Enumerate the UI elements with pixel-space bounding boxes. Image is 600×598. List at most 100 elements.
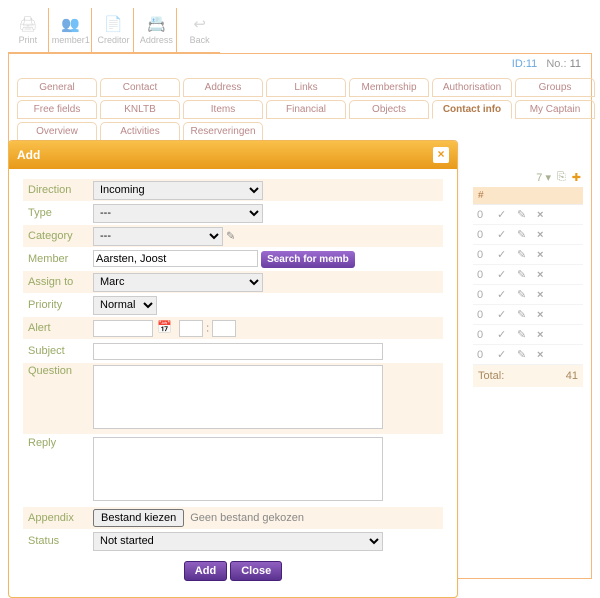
category-select[interactable]: --- xyxy=(93,227,223,246)
close-icon[interactable]: × xyxy=(433,147,449,163)
edit-row-icon[interactable]: ✎ xyxy=(517,288,531,301)
modal-title: Add xyxy=(17,148,40,162)
status-label: Status xyxy=(23,535,93,547)
tab-membership[interactable]: Membership xyxy=(349,78,429,97)
edit-icon[interactable]: ✎ xyxy=(226,230,235,242)
calendar-icon[interactable]: 📅 xyxy=(157,320,172,334)
tab-authorisation[interactable]: Authorisation xyxy=(432,78,512,97)
check-icon: ✓ xyxy=(497,328,511,341)
print-button[interactable]: 🖨Print xyxy=(8,8,49,52)
pager[interactable]: 7 ▾ xyxy=(536,171,551,184)
tab-links[interactable]: Links xyxy=(266,78,346,97)
edit-row-icon[interactable]: ✎ xyxy=(517,308,531,321)
question-textarea[interactable] xyxy=(93,365,383,429)
direction-label: Direction xyxy=(23,184,93,196)
type-select[interactable]: --- xyxy=(93,204,263,223)
tab-overview[interactable]: Overview xyxy=(17,122,97,141)
total-value: 41 xyxy=(566,370,578,382)
tab-free-fields[interactable]: Free fields xyxy=(17,100,97,119)
delete-row-icon[interactable]: × xyxy=(537,269,551,281)
edit-row-icon[interactable]: ✎ xyxy=(517,268,531,281)
close-button[interactable]: Close xyxy=(230,561,282,581)
table-row: 0✓✎× xyxy=(473,205,583,225)
edit-row-icon[interactable]: ✎ xyxy=(517,348,531,361)
toolbar: 🖨Print👥member1📄Creditor📇Address↩Back xyxy=(8,8,220,53)
table-row: 0✓✎× xyxy=(473,225,583,245)
assign-select[interactable]: Marc xyxy=(93,273,263,292)
delete-row-icon[interactable]: × xyxy=(537,309,551,321)
grid: 7 ▾ ⎘ ✚ # 0✓✎×0✓✎×0✓✎×0✓✎×0✓✎×0✓✎×0✓✎×0✓… xyxy=(473,168,583,387)
copy-icon[interactable]: ⎘ xyxy=(557,171,566,184)
alert-hour-input[interactable] xyxy=(179,320,203,337)
add-modal: Add × DirectionIncoming Type--- Category… xyxy=(8,140,458,598)
tab-knltb[interactable]: KNLTB xyxy=(100,100,180,119)
delete-row-icon[interactable]: × xyxy=(537,349,551,361)
subject-label: Subject xyxy=(23,345,93,357)
edit-row-icon[interactable]: ✎ xyxy=(517,228,531,241)
total-label: Total: xyxy=(478,370,504,382)
appendix-label: Appendix xyxy=(23,512,93,524)
check-icon: ✓ xyxy=(497,288,511,301)
tab-groups[interactable]: Groups xyxy=(515,78,595,97)
delete-row-icon[interactable]: × xyxy=(537,329,551,341)
table-row: 0✓✎× xyxy=(473,345,583,365)
reply-label: Reply xyxy=(23,437,93,449)
member-input[interactable] xyxy=(93,250,258,267)
tab-my-captain[interactable]: My Captain xyxy=(515,100,595,119)
tab-activities[interactable]: Activities xyxy=(100,122,180,141)
delete-row-icon[interactable]: × xyxy=(537,249,551,261)
address-button[interactable]: 📇Address xyxy=(136,8,177,52)
tab-general[interactable]: General xyxy=(17,78,97,97)
table-row: 0✓✎× xyxy=(473,285,583,305)
tabs: GeneralContactAddressLinksMembershipAuth… xyxy=(9,72,591,141)
check-icon: ✓ xyxy=(497,268,511,281)
add-button[interactable]: Add xyxy=(184,561,227,581)
tab-items[interactable]: Items xyxy=(183,100,263,119)
tab-contact-info[interactable]: Contact info xyxy=(432,100,512,119)
grid-header-hash: # xyxy=(473,187,583,205)
question-label: Question xyxy=(23,365,93,377)
edit-row-icon[interactable]: ✎ xyxy=(517,208,531,221)
delete-row-icon[interactable]: × xyxy=(537,229,551,241)
creditor-button[interactable]: 📄Creditor xyxy=(94,8,135,52)
id-value: 11 xyxy=(526,58,537,70)
tab-financial[interactable]: Financial xyxy=(266,100,346,119)
grid-rows: 0✓✎×0✓✎×0✓✎×0✓✎×0✓✎×0✓✎×0✓✎×0✓✎× xyxy=(473,205,583,365)
priority-select[interactable]: Normal xyxy=(93,296,157,315)
tab-objects[interactable]: Objects xyxy=(349,100,429,119)
no-label: No.: xyxy=(546,58,566,70)
subject-input[interactable] xyxy=(93,343,383,360)
check-icon: ✓ xyxy=(497,228,511,241)
tab-reserveringen[interactable]: Reserveringen xyxy=(183,122,263,141)
alert-label: Alert xyxy=(23,322,93,334)
table-row: 0✓✎× xyxy=(473,305,583,325)
search-member-button[interactable]: Search for memb xyxy=(261,251,355,268)
edit-row-icon[interactable]: ✎ xyxy=(517,248,531,261)
delete-row-icon[interactable]: × xyxy=(537,289,551,301)
category-label: Category xyxy=(23,230,93,242)
status-select[interactable]: Not started xyxy=(93,532,383,551)
table-row: 0✓✎× xyxy=(473,325,583,345)
assign-label: Assign to xyxy=(23,276,93,288)
member1-button[interactable]: 👥member1 xyxy=(51,8,92,52)
direction-select[interactable]: Incoming xyxy=(93,181,263,200)
reply-textarea[interactable] xyxy=(93,437,383,501)
check-icon: ✓ xyxy=(497,348,511,361)
edit-row-icon[interactable]: ✎ xyxy=(517,328,531,341)
alert-min-input[interactable] xyxy=(212,320,236,337)
delete-row-icon[interactable]: × xyxy=(537,209,551,221)
tab-contact[interactable]: Contact xyxy=(100,78,180,97)
priority-label: Priority xyxy=(23,299,93,311)
table-row: 0✓✎× xyxy=(473,265,583,285)
member-label: Member xyxy=(23,253,93,265)
id-line: ID:11 No.: 11 xyxy=(9,54,591,72)
back-button[interactable]: ↩Back xyxy=(179,8,220,52)
table-row: 0✓✎× xyxy=(473,245,583,265)
check-icon: ✓ xyxy=(497,248,511,261)
check-icon: ✓ xyxy=(497,308,511,321)
file-none: Geen bestand gekozen xyxy=(190,512,304,524)
add-icon[interactable]: ✚ xyxy=(572,171,581,184)
file-button[interactable]: Bestand kiezen xyxy=(93,509,184,527)
alert-date-input[interactable] xyxy=(93,320,153,337)
tab-address[interactable]: Address xyxy=(183,78,263,97)
